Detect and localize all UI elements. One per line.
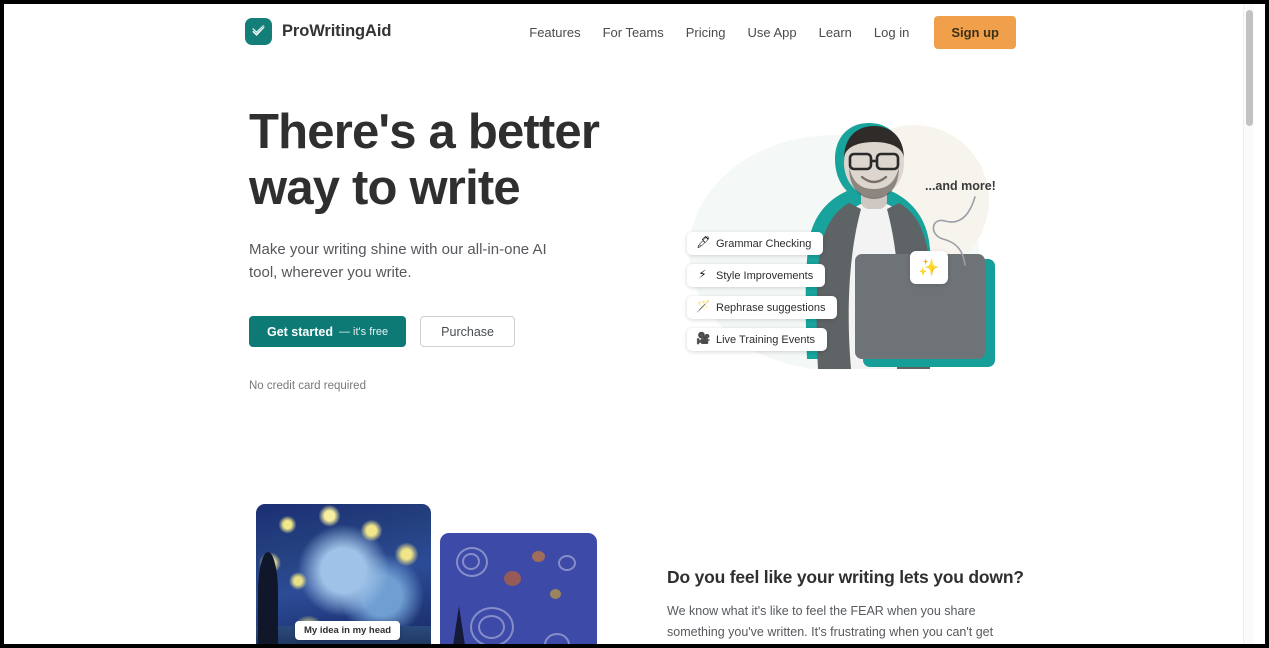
painting-cypress-tree xyxy=(258,552,278,644)
get-started-button[interactable]: Get started — it's free xyxy=(249,316,407,347)
sketch-dot xyxy=(532,551,545,562)
hero-title: There's a better way to write xyxy=(249,104,629,216)
callout-squiggle-icon xyxy=(932,196,976,266)
brand-name: ProWritingAid xyxy=(282,22,392,40)
brand-logo-link[interactable]: ProWritingAid xyxy=(245,18,391,45)
prowritingaid-logo-icon xyxy=(245,18,272,45)
feature-chip-label: Style Improvements xyxy=(716,269,814,282)
nav-item-log-in[interactable]: Log in xyxy=(863,19,920,46)
feature-chip-list: 🖋 Grammar Checking ⚡ Style Improvements … xyxy=(687,232,838,351)
idea-in-my-head-label: My idea in my head xyxy=(295,621,401,640)
hero-cta-group: Get started — it's free Purchase xyxy=(249,316,629,347)
sign-up-button[interactable]: Sign up xyxy=(934,15,1016,49)
sketch-dot xyxy=(504,571,521,586)
feature-chip-label: Rephrase suggestions xyxy=(716,301,826,314)
hero-section: There's a better way to write Make your … xyxy=(249,104,629,392)
get-started-label: Get started xyxy=(267,324,333,339)
purchase-button[interactable]: Purchase xyxy=(420,316,515,347)
film-camera-icon: 🎥 xyxy=(696,332,711,345)
feature-chip-style-improvements: ⚡ Style Improvements xyxy=(687,264,826,287)
sketch-swirl xyxy=(462,553,480,570)
vertical-scrollbar-thumb[interactable] xyxy=(1246,10,1253,126)
simple-sketch-version xyxy=(440,533,597,644)
feature-chip-label: Live Training Events xyxy=(716,333,816,346)
section2-illustration: My idea in my head xyxy=(254,504,599,644)
get-started-free-suffix: — it's free xyxy=(339,325,389,338)
main-navigation: Features For Teams Pricing Use App Learn… xyxy=(518,4,1016,60)
feature-chip-grammar-checking: 🖋 Grammar Checking xyxy=(687,232,824,255)
magic-wand-icon: 🪄 xyxy=(696,300,711,313)
lightning-bolt-icon: ⚡ xyxy=(698,268,707,281)
section2-body: We know what it's like to feel the FEAR … xyxy=(667,604,994,639)
site-header: ProWritingAid Features For Teams Pricing… xyxy=(4,4,1254,60)
sketch-dot xyxy=(550,589,561,599)
nav-item-use-app[interactable]: Use App xyxy=(737,19,808,46)
nav-item-pricing[interactable]: Pricing xyxy=(675,19,737,46)
page-content: ProWritingAid Features For Teams Pricing… xyxy=(4,4,1254,644)
nav-item-learn[interactable]: Learn xyxy=(808,19,863,46)
quill-pen-icon: 🖋 xyxy=(696,236,711,249)
hero-title-line-1: There's a better xyxy=(249,105,600,159)
section2-title: Do you feel like your writing lets you d… xyxy=(667,567,1024,587)
feature-chip-label: Grammar Checking xyxy=(716,237,812,250)
sketch-swirl xyxy=(558,555,576,571)
no-credit-card-note: No credit card required xyxy=(249,380,366,392)
sketch-swirl xyxy=(478,615,505,639)
hero-illustration: ✨ ...and more! 🖋 Grammar Checking ⚡ Styl… xyxy=(667,107,1007,392)
nav-item-features[interactable]: Features xyxy=(518,19,591,46)
nav-item-for-teams[interactable]: For Teams xyxy=(592,19,675,46)
feature-chip-live-training-events: 🎥 Live Training Events xyxy=(687,328,828,351)
section2-copy: Do you feel like your writing lets you d… xyxy=(667,567,1024,644)
vertical-scrollbar-track[interactable] xyxy=(1243,4,1254,644)
browser-viewport: ProWritingAid Features For Teams Pricing… xyxy=(4,4,1265,644)
sketch-swirl xyxy=(544,633,570,644)
and-more-callout: ...and more! xyxy=(925,179,996,193)
sketch-cypress-tree xyxy=(452,606,466,644)
hero-title-line-2: way to write xyxy=(249,161,521,215)
hero-subtitle: Make your writing shine with our all-in-… xyxy=(249,241,547,281)
feature-chip-rephrase-suggestions: 🪄 Rephrase suggestions xyxy=(687,296,838,319)
